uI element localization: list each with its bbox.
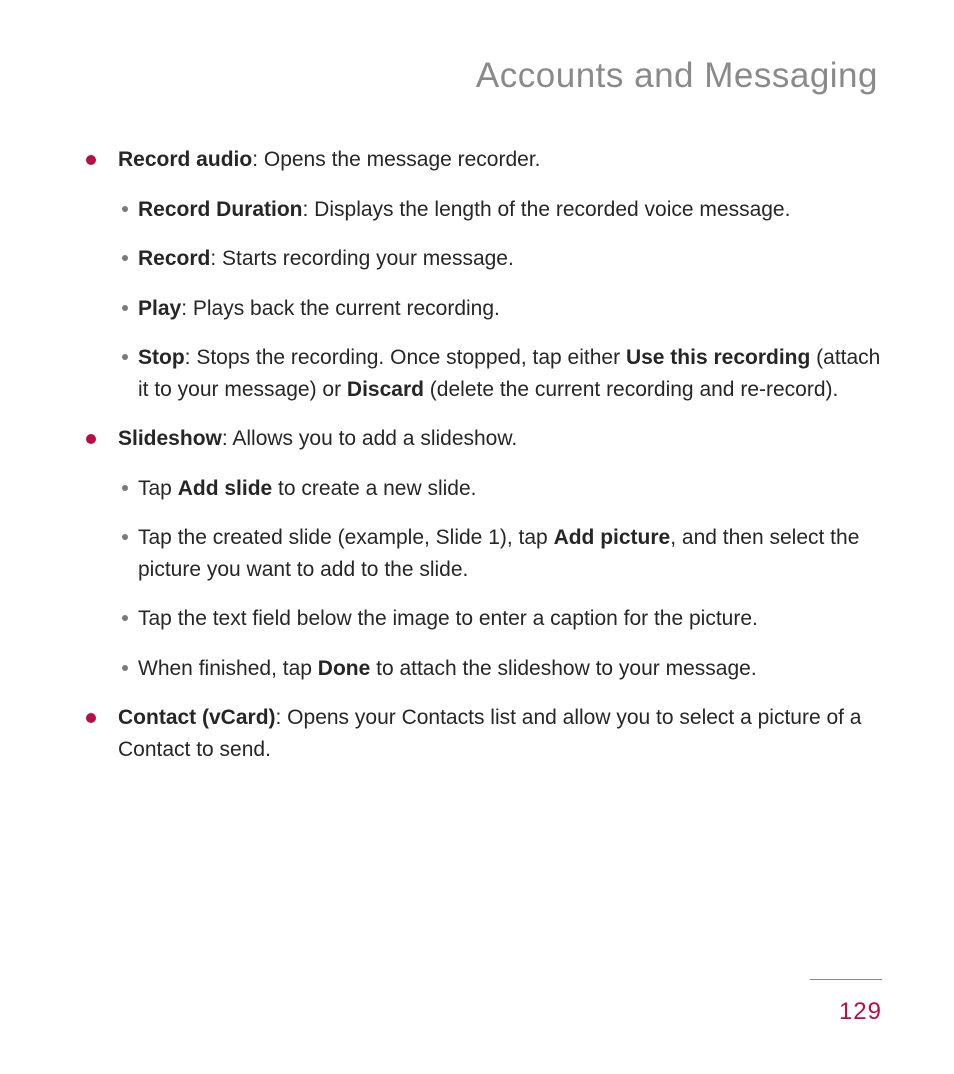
- page-number: 129: [839, 998, 882, 1026]
- sub-text-bold: Discard: [347, 378, 424, 401]
- sub-text-bold: Add picture: [554, 526, 671, 549]
- sub-lead: Record: [138, 247, 210, 270]
- body-content: Record audio: Opens the message recorder…: [70, 144, 884, 765]
- sub-text-part: When finished, tap: [138, 657, 318, 680]
- sub-list-item: Record: Starts recording your message.: [118, 243, 884, 275]
- list-item: Record audio: Opens the message recorder…: [98, 144, 884, 405]
- sub-text-part: to attach the slideshow to your message.: [370, 657, 756, 680]
- list-item: Contact (vCard): Opens your Contacts lis…: [98, 702, 884, 765]
- sub-lead: Play: [138, 297, 181, 320]
- sub-text-bold: Done: [318, 657, 371, 680]
- sub-text: : Plays back the current recording.: [181, 297, 500, 320]
- item-lead: Contact (vCard): [118, 706, 276, 729]
- sub-text-bold: Use this recording: [626, 346, 810, 369]
- sub-list: Tap Add slide to create a new slide. Tap…: [118, 473, 884, 685]
- sub-text: : Displays the length of the recorded vo…: [303, 198, 791, 221]
- sub-lead: Record Duration: [138, 198, 303, 221]
- sub-text-part: Tap the created slide (example, Slide 1)…: [138, 526, 554, 549]
- sub-text-part: : Stops the recording. Once stopped, tap…: [185, 346, 626, 369]
- item-text: : Opens the message recorder.: [252, 148, 540, 171]
- sub-text-part: (delete the current recording and re-rec…: [424, 378, 838, 401]
- item-lead: Record audio: [118, 148, 252, 171]
- sub-list-item: Record Duration: Displays the length of …: [118, 194, 884, 226]
- item-text: : Allows you to add a slideshow.: [222, 427, 517, 450]
- sub-text: : Starts recording your message.: [210, 247, 513, 270]
- sub-list-item: Play: Plays back the current recording.: [118, 293, 884, 325]
- sub-list-item: Tap the created slide (example, Slide 1)…: [118, 522, 884, 585]
- list-item: Slideshow: Allows you to add a slideshow…: [98, 423, 884, 684]
- sub-list-item: When finished, tap Done to attach the sl…: [118, 653, 884, 685]
- sub-list-item: Stop: Stops the recording. Once stopped,…: [118, 342, 884, 405]
- sub-text-part: Tap: [138, 477, 178, 500]
- footer-rule: [810, 979, 882, 980]
- sub-text-part: to create a new slide.: [272, 477, 476, 500]
- sub-text-bold: Add slide: [178, 477, 273, 500]
- document-page: Accounts and Messaging Record audio: Ope…: [0, 0, 954, 765]
- sub-list-item: Tap Add slide to create a new slide.: [118, 473, 884, 505]
- item-lead: Slideshow: [118, 427, 222, 450]
- sub-text-part: Tap the text field below the image to en…: [138, 607, 758, 630]
- page-title: Accounts and Messaging: [70, 56, 884, 96]
- sub-lead: Stop: [138, 346, 185, 369]
- sub-list-item: Tap the text field below the image to en…: [118, 603, 884, 635]
- sub-list: Record Duration: Displays the length of …: [118, 194, 884, 406]
